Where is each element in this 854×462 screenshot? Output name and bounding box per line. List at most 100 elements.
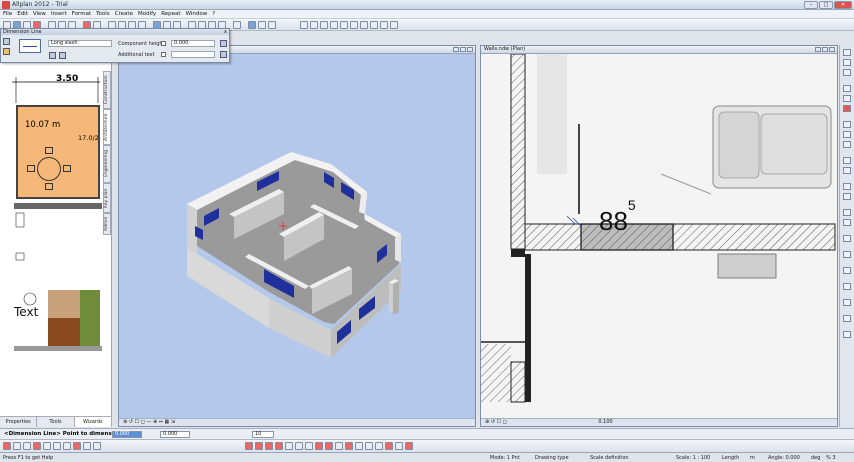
menu-help[interactable]: ?	[212, 11, 215, 17]
tool-icon[interactable]	[843, 167, 851, 174]
divide-icon[interactable]	[93, 442, 101, 450]
tab-properties[interactable]: Properties	[0, 417, 38, 427]
tool-icon[interactable]	[843, 331, 851, 338]
tool-icon[interactable]	[843, 105, 851, 112]
dim-tool-icon[interactable]	[245, 442, 253, 450]
menu-tools[interactable]: Tools	[96, 11, 110, 17]
maximize-button[interactable]: □	[819, 1, 833, 9]
tool-icon[interactable]	[843, 315, 851, 322]
dy-input[interactable]: 0.000	[160, 431, 190, 438]
dialog-close-icon[interactable]: x	[224, 29, 227, 35]
select-icon[interactable]	[310, 21, 318, 29]
tool-icon[interactable]	[843, 59, 851, 66]
tab-tools[interactable]: Tools	[37, 417, 75, 427]
grid-icon[interactable]	[350, 21, 358, 29]
view-3d-icon[interactable]	[248, 21, 256, 29]
additional-text-input[interactable]	[171, 51, 215, 58]
tool-icon[interactable]	[843, 193, 851, 200]
menu-file[interactable]: File	[3, 11, 12, 17]
layers-icon[interactable]	[380, 21, 388, 29]
sun-icon[interactable]	[268, 21, 276, 29]
intersection-snap-icon[interactable]	[33, 442, 41, 450]
menu-create[interactable]: Create	[115, 11, 133, 17]
tool-icon[interactable]	[843, 235, 851, 242]
filter-icon[interactable]	[320, 21, 328, 29]
fit-icon[interactable]	[300, 21, 308, 29]
tool-icon[interactable]	[843, 95, 851, 102]
tool-icon[interactable]	[843, 299, 851, 306]
tool-icon[interactable]	[843, 251, 851, 258]
plan-minimize-button[interactable]	[815, 47, 821, 52]
dim-tool-icon[interactable]	[305, 442, 313, 450]
minimize-button[interactable]: –	[804, 1, 818, 9]
midpoint-snap-icon[interactable]	[13, 442, 21, 450]
menu-window[interactable]: Window	[186, 11, 208, 17]
tab-architecture[interactable]: Architecture	[103, 109, 111, 145]
tool-icon[interactable]	[843, 219, 851, 226]
perpendicular-snap-icon[interactable]	[43, 442, 51, 450]
tab-wizards[interactable]: Wizards	[74, 417, 112, 427]
viewport-close-button[interactable]	[467, 47, 473, 52]
tool-icon[interactable]	[843, 267, 851, 274]
measure-icon[interactable]	[330, 21, 338, 29]
dim-tool-icon[interactable]	[255, 442, 263, 450]
dim-tool-icon[interactable]	[275, 442, 283, 450]
dim-tool-icon[interactable]	[285, 442, 293, 450]
dim-tool-icon[interactable]	[295, 442, 303, 450]
arrow-icon[interactable]	[220, 51, 227, 58]
menu-edit[interactable]: Edit	[17, 11, 28, 17]
align-center-icon[interactable]	[59, 52, 66, 59]
tool-icon[interactable]	[843, 131, 851, 138]
viewport-maximize-button[interactable]	[460, 47, 466, 52]
component-height-checkbox[interactable]	[161, 41, 166, 46]
viewport-3d[interactable]: ⊕ ↺ ☐ ◻ — ⊕ ⇔ ▦ ⇲	[118, 45, 476, 427]
dim-tool-icon[interactable]	[365, 442, 373, 450]
tab-engineering[interactable]: Engineering	[103, 145, 111, 183]
dim-tool-icon[interactable]	[325, 442, 333, 450]
tab-construction[interactable]: Construction	[103, 71, 111, 109]
menu-repeat[interactable]: Repeat	[161, 11, 180, 17]
tool-icon[interactable]	[843, 283, 851, 290]
menu-format[interactable]: Format	[72, 11, 91, 17]
tangent-snap-icon[interactable]	[53, 442, 61, 450]
track-icon[interactable]	[73, 442, 81, 450]
additional-text-checkbox[interactable]	[161, 52, 166, 57]
tool-icon[interactable]	[843, 157, 851, 164]
align-left-icon[interactable]	[49, 52, 56, 59]
dim-tool-icon[interactable]	[385, 442, 393, 450]
tool-icon[interactable]	[843, 141, 851, 148]
render-icon[interactable]	[258, 21, 266, 29]
component-height-input[interactable]: 0.000	[171, 40, 215, 47]
zoom-value[interactable]: 0.100	[598, 419, 612, 425]
point-snap-icon[interactable]	[3, 442, 11, 450]
viewport-plan[interactable]: Walls.ndw (Plan) 885 ⊕ ↺ ☐ ◻ 0.100	[480, 45, 838, 427]
plan-close-button[interactable]	[829, 47, 835, 52]
dimension-type-icon[interactable]	[19, 39, 41, 53]
tool-icon[interactable]	[843, 183, 851, 190]
close-button[interactable]: ✕	[834, 1, 852, 9]
pen-pick-icon[interactable]	[220, 40, 227, 47]
delta-icon[interactable]	[83, 442, 91, 450]
viewport-minimize-button[interactable]	[453, 47, 459, 52]
tool-icon[interactable]	[843, 69, 851, 76]
style-select[interactable]: Long slash	[48, 40, 112, 47]
scale-definition[interactable]: Scale definition	[590, 455, 629, 461]
stair-icon[interactable]	[233, 21, 241, 29]
dim-tool-icon[interactable]	[345, 442, 353, 450]
menu-insert[interactable]: Insert	[51, 11, 67, 17]
menu-modify[interactable]: Modify	[138, 11, 156, 17]
tab-admin[interactable]: Admin	[103, 213, 111, 235]
count-input[interactable]: 10	[252, 431, 274, 438]
tool-icon[interactable]	[843, 209, 851, 216]
cancel-icon[interactable]	[405, 442, 413, 450]
properties-icon[interactable]	[370, 21, 378, 29]
center-snap-icon[interactable]	[23, 442, 31, 450]
drawing-type[interactable]: Drawing type	[535, 455, 569, 461]
ortho-icon[interactable]	[360, 21, 368, 29]
plan-maximize-button[interactable]	[822, 47, 828, 52]
tool-icon[interactable]	[843, 49, 851, 56]
dim-tool-icon[interactable]	[375, 442, 383, 450]
dim-tool-icon[interactable]	[265, 442, 273, 450]
nearest-snap-icon[interactable]	[63, 442, 71, 450]
dimension-format-icon[interactable]	[3, 48, 10, 55]
